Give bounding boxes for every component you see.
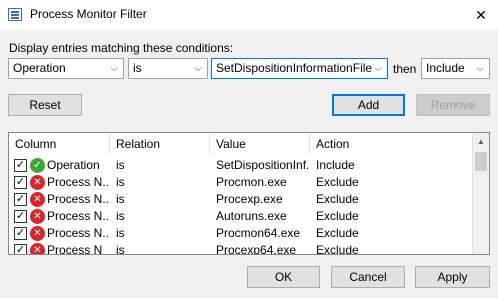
header-relation[interactable]: Relation	[110, 133, 210, 155]
cell-value: Procmon64.exe	[216, 226, 301, 240]
action-dropdown-value: Include	[426, 61, 465, 75]
exclude-icon: ✕	[30, 243, 45, 254]
app-icon	[8, 8, 22, 21]
cell-value: SetDispositionInf...	[216, 158, 308, 172]
row-checkbox[interactable]: ✓	[14, 176, 27, 189]
exclude-icon: ✕	[30, 175, 45, 190]
ok-button[interactable]: OK	[247, 266, 320, 288]
close-icon: ✕	[475, 7, 487, 23]
cell-value: Procexp.exe	[216, 192, 283, 206]
cell-value: Procmon.exe	[216, 175, 287, 189]
row-checkbox[interactable]: ✓	[14, 244, 27, 254]
add-button[interactable]: Add	[332, 94, 405, 116]
row-checkbox[interactable]: ✓	[14, 193, 27, 206]
cell-action: Exclude	[316, 175, 359, 189]
close-button[interactable]: ✕	[464, 0, 498, 30]
cell-relation: is	[116, 158, 125, 172]
relation-dropdown[interactable]: is ⌵	[128, 58, 208, 79]
filter-list[interactable]: Column Relation Value Action ✓ ✓ Operati…	[8, 132, 490, 255]
list-item[interactable]: ✓ ✕ Process N... is Autoruns.exe Exclude	[9, 208, 473, 225]
cell-relation: is	[116, 175, 125, 189]
cancel-button[interactable]: Cancel	[331, 266, 405, 288]
chevron-down-icon: ⌵	[476, 63, 484, 73]
action-dropdown[interactable]: Include ⌵	[421, 58, 490, 79]
apply-button[interactable]: Apply	[415, 266, 490, 288]
cell-action: Exclude	[316, 192, 359, 206]
cell-action: Include	[316, 158, 355, 172]
list-item[interactable]: ✓ ✕ Process N is Procexp64.exe Exclude	[9, 242, 473, 255]
relation-dropdown-value: is	[133, 61, 142, 75]
cell-value: Autoruns.exe	[216, 209, 287, 223]
cell-column: Process N...	[47, 175, 109, 189]
header-value[interactable]: Value	[210, 133, 310, 155]
list-item[interactable]: ✓ ✕ Process N... is Procmon64.exe Exclud…	[9, 225, 473, 242]
header-action[interactable]: Action	[310, 133, 473, 155]
include-icon: ✓	[30, 158, 45, 173]
value-combobox-text: SetDispositionInformationFile	[216, 61, 373, 75]
list-header: Column Relation Value Action	[9, 133, 473, 155]
chevron-down-icon: ⌵	[374, 63, 382, 73]
chevron-down-icon: ⌵	[194, 63, 202, 73]
list-item[interactable]: ✓ ✕ Process N... is Procmon.exe Exclude	[9, 174, 473, 191]
conditions-label: Display entries matching these condition…	[9, 41, 234, 55]
row-checkbox[interactable]: ✓	[14, 159, 27, 172]
then-label: then	[393, 62, 417, 76]
chevron-down-icon: ⌵	[110, 63, 118, 73]
exclude-icon: ✕	[30, 192, 45, 207]
cell-column: Process N...	[47, 226, 109, 240]
scrollbar-thumb[interactable]	[475, 152, 487, 171]
cell-column: Process N	[47, 243, 103, 255]
title-bar: Process Monitor Filter ✕	[0, 0, 498, 30]
value-combobox[interactable]: SetDispositionInformationFile ⌵	[211, 58, 388, 79]
row-checkbox[interactable]: ✓	[14, 227, 27, 240]
cell-column: Operation	[47, 158, 100, 172]
column-dropdown-value: Operation	[13, 61, 66, 75]
row-checkbox[interactable]: ✓	[14, 210, 27, 223]
cell-value: Procexp64.exe	[216, 243, 297, 255]
exclude-icon: ✕	[30, 209, 45, 224]
cell-action: Exclude	[316, 243, 359, 255]
list-item[interactable]: ✓ ✓ Operation is SetDispositionInf... In…	[9, 157, 473, 174]
header-column[interactable]: Column	[9, 133, 110, 155]
cell-relation: is	[116, 209, 125, 223]
list-item[interactable]: ✓ ✕ Process N... is Procexp.exe Exclude	[9, 191, 473, 208]
window-title: Process Monitor Filter	[30, 7, 147, 21]
exclude-icon: ✕	[30, 226, 45, 241]
column-dropdown[interactable]: Operation ⌵	[8, 58, 124, 79]
cell-relation: is	[116, 226, 125, 240]
cell-action: Exclude	[316, 226, 359, 240]
cell-column: Process N...	[47, 192, 109, 206]
remove-button[interactable]: Remove	[416, 94, 490, 116]
cell-column: Process N...	[47, 209, 109, 223]
scroll-up-icon[interactable]: ▲	[473, 133, 489, 150]
cell-relation: is	[116, 243, 125, 255]
vertical-scrollbar[interactable]: ▲	[472, 133, 489, 254]
cell-action: Exclude	[316, 209, 359, 223]
cell-relation: is	[116, 192, 125, 206]
reset-button[interactable]: Reset	[8, 94, 82, 116]
